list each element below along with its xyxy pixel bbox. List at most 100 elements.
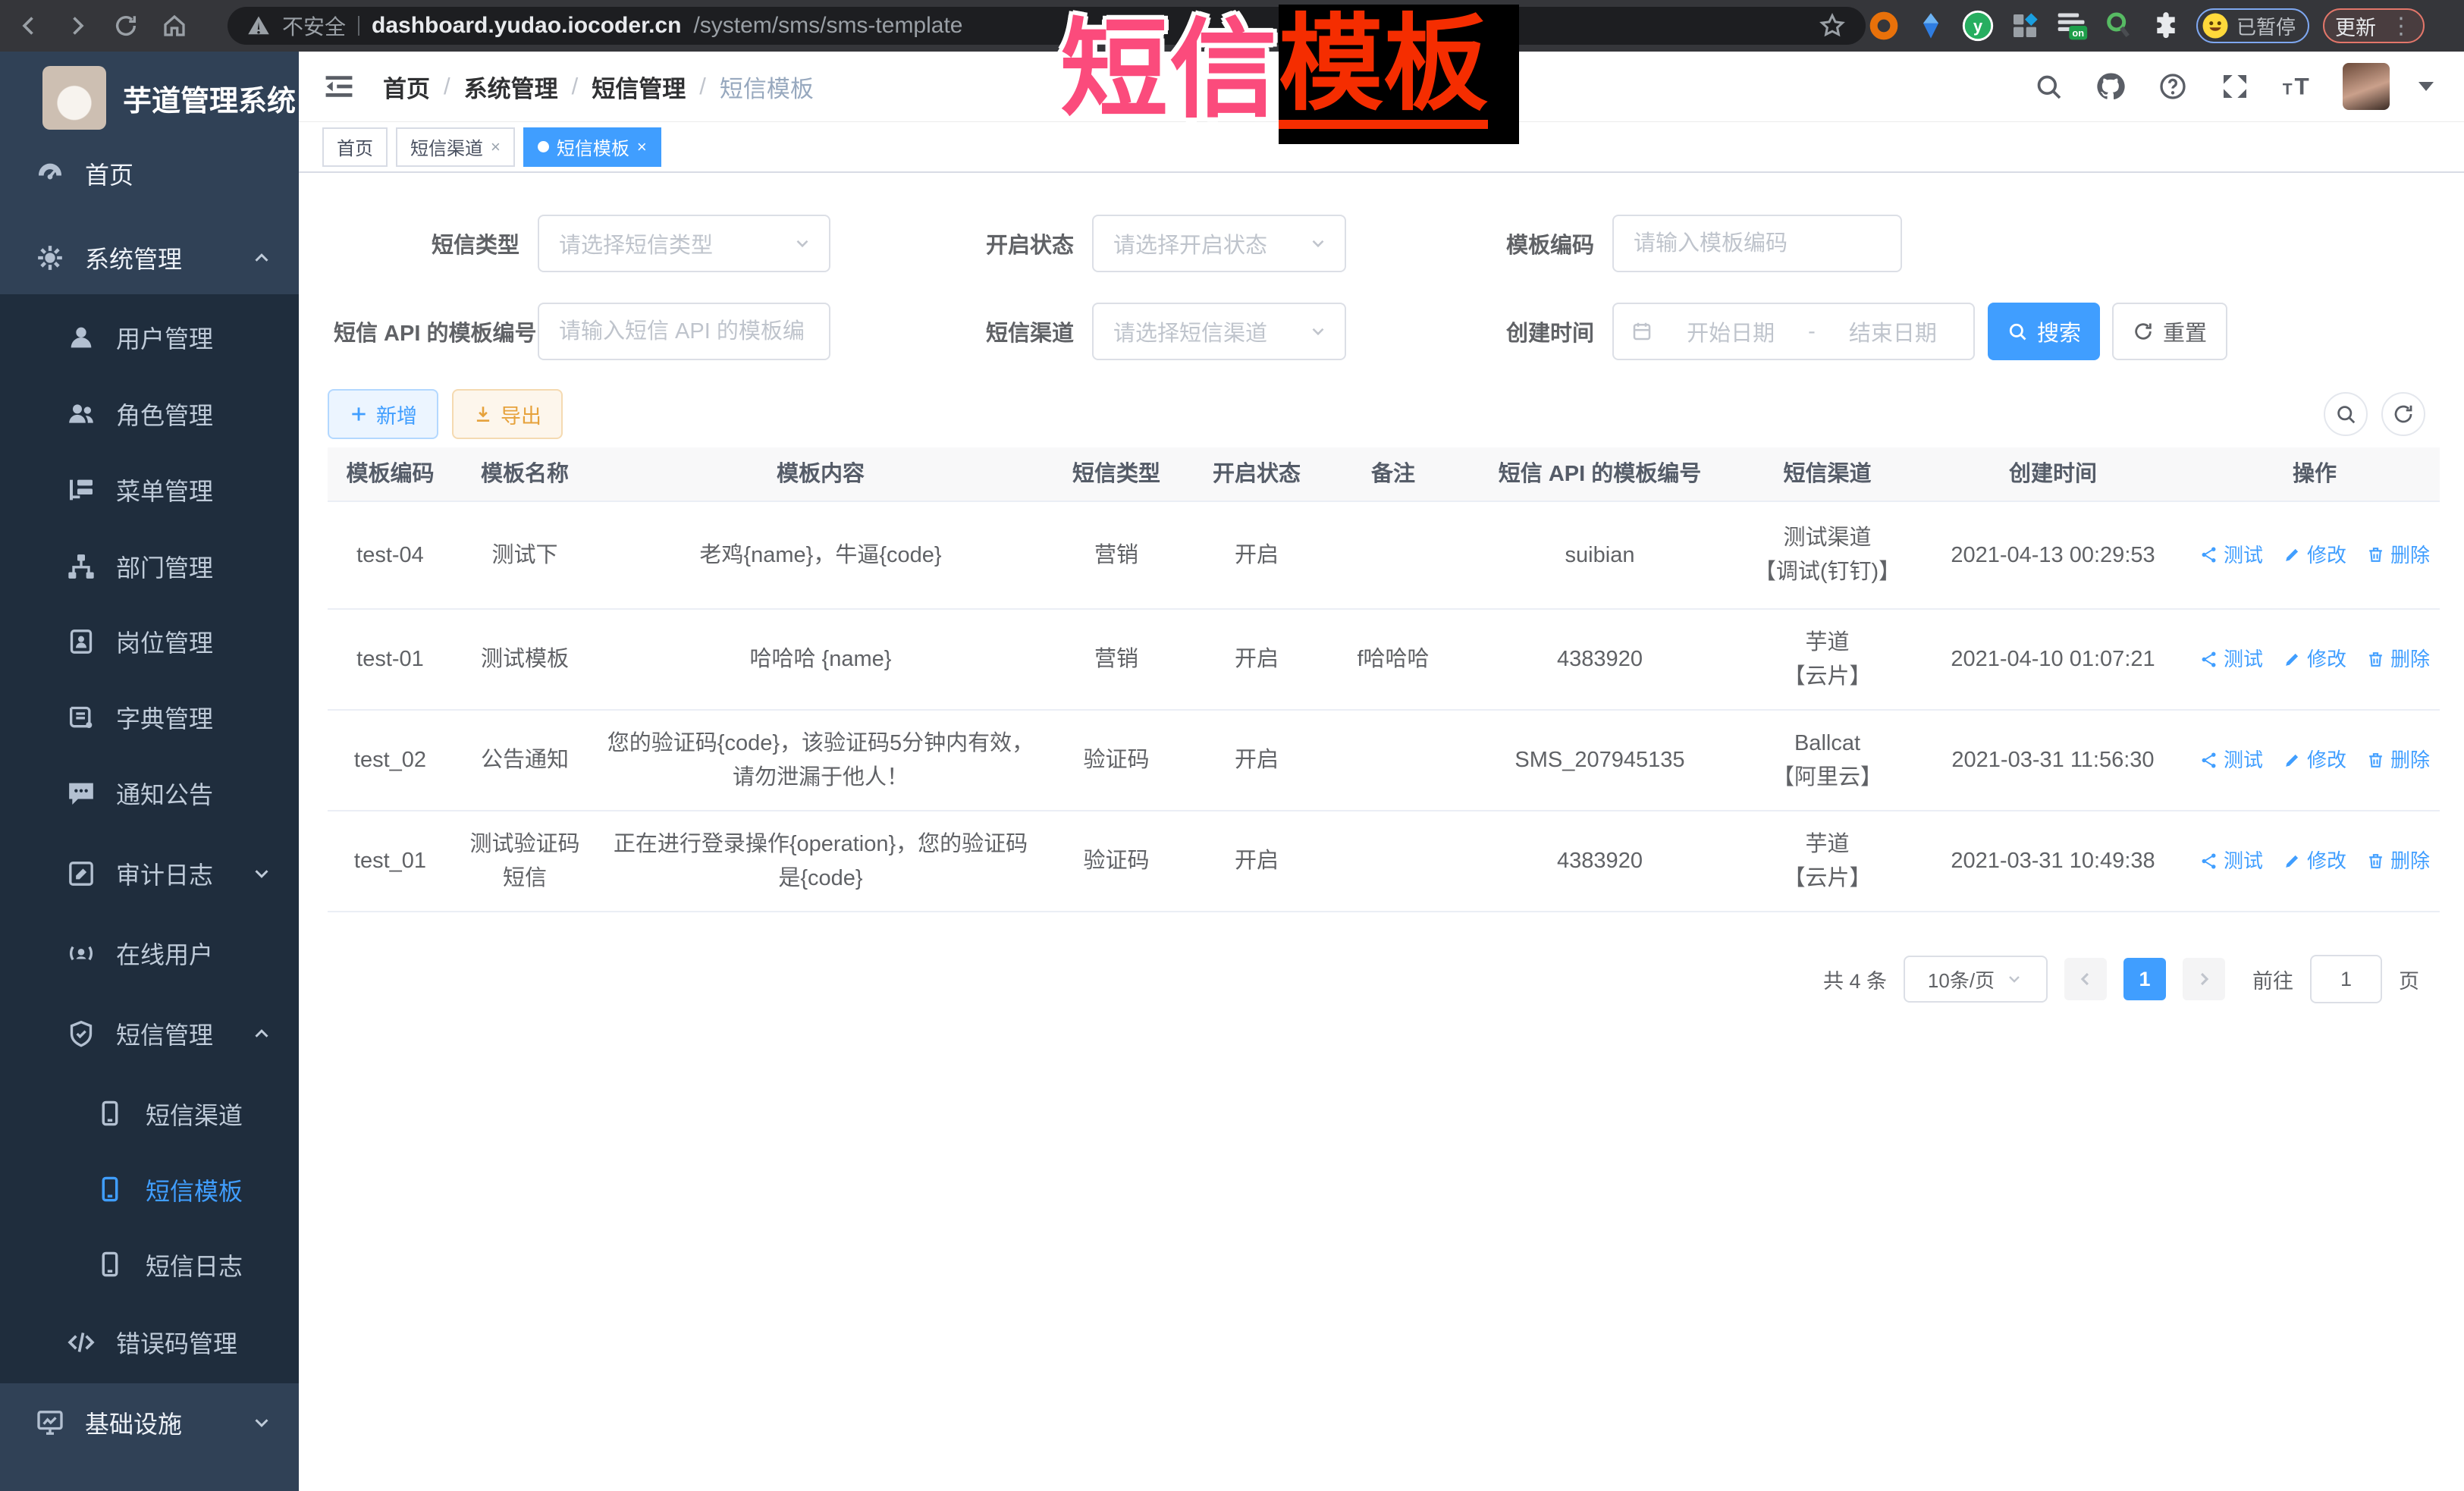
sidebar-item-label: 短信渠道 [146, 1097, 243, 1132]
sidebar-item-sms-template[interactable]: 短信模板 [0, 1154, 299, 1226]
sidebar-item-error-code[interactable]: 错误码管理 [0, 1306, 299, 1379]
filter-sms-type: 短信类型 请选择短信类型 [330, 215, 830, 272]
extension-magnifier-icon[interactable] [2102, 9, 2136, 42]
url-host: dashboard.yudao.iocoder.cn [372, 13, 681, 39]
close-icon[interactable]: × [637, 137, 647, 157]
sidebar-item-sms-mgmt[interactable]: 短信管理 [0, 997, 299, 1070]
sidebar-item-home[interactable]: 首页 [0, 137, 299, 210]
sidebar-item-label: 角色管理 [116, 397, 213, 432]
search-icon[interactable] [2032, 70, 2065, 103]
edit-action-link[interactable]: 修改 [2283, 644, 2346, 674]
start-date-placeholder: 开始日期 [1667, 315, 1794, 347]
filter-template-code: 模板编码 [1459, 215, 1902, 272]
browser-home-icon[interactable] [159, 11, 190, 41]
export-button[interactable]: 导出 [452, 389, 563, 439]
column-header: 短信 API 的模板编号 [1461, 450, 1738, 499]
breadcrumb-home[interactable]: 首页 [383, 70, 430, 104]
delete-action-link[interactable]: 删除 [2366, 745, 2430, 775]
sidebar-item-label: 系统管理 [85, 240, 182, 275]
tab-home[interactable]: 首页 [322, 127, 388, 167]
sidebar-item-audit-log[interactable]: 审计日志 [0, 837, 299, 910]
sidebar-item-post-mgmt[interactable]: 岗位管理 [0, 605, 299, 678]
sidebar-item-system-mgmt[interactable]: 系统管理 [0, 221, 299, 294]
page-header: 首页 / 系统管理 / 短信管理 / 短信模板 TT [299, 52, 2464, 122]
sidebar-item-dict-mgmt[interactable]: 字典管理 [0, 681, 299, 754]
github-icon[interactable] [2094, 70, 2127, 103]
delete-action-link[interactable]: 删除 [2366, 644, 2430, 674]
goto-page-input[interactable] [2310, 955, 2382, 1003]
breadcrumb-sms[interactable]: 短信管理 [592, 70, 686, 104]
edit-action-link[interactable]: 修改 [2283, 540, 2346, 570]
extension-list-on-icon[interactable]: on [2055, 9, 2089, 42]
test-action-link[interactable]: 测试 [2199, 745, 2263, 775]
sidebar-item-infrastructure[interactable]: 基础设施 [0, 1386, 299, 1459]
fullscreen-icon[interactable] [2218, 70, 2252, 103]
api-template-id-input[interactable] [538, 303, 830, 360]
sidebar-item-label: 首页 [85, 156, 133, 191]
sidebar-collapse-icon[interactable] [322, 70, 356, 103]
page-size-select[interactable]: 10条/页 [1904, 956, 2048, 1003]
tab-sms-template[interactable]: 短信模板 × [523, 127, 661, 167]
extension-y-icon[interactable]: y [1961, 9, 1995, 42]
edit-action-link[interactable]: 修改 [2283, 745, 2346, 775]
browser-reload-icon[interactable] [111, 11, 141, 41]
delete-action-link[interactable]: 删除 [2366, 846, 2430, 876]
main-area: 首页 / 系统管理 / 短信管理 / 短信模板 TT 首页 [299, 52, 2464, 1491]
search-icon [2334, 403, 2357, 425]
breadcrumb-system[interactable]: 系统管理 [464, 70, 558, 104]
chevron-up-icon [250, 246, 273, 269]
online-user-icon [66, 938, 96, 968]
sidebar-item-role-mgmt[interactable]: 角色管理 [0, 378, 299, 450]
browser-back-icon[interactable] [14, 11, 44, 41]
column-header: 备注 [1325, 450, 1461, 499]
sidebar-item-sms-channel[interactable]: 短信渠道 [0, 1078, 299, 1150]
sidebar-item-sms-log[interactable]: 短信日志 [0, 1229, 299, 1301]
org-chart-icon [66, 551, 96, 582]
extension-kite-icon[interactable] [1914, 9, 1948, 42]
current-page-button[interactable]: 1 [2123, 958, 2166, 1000]
search-button[interactable]: 搜索 [1988, 303, 2100, 360]
add-button[interactable]: 新增 [328, 389, 438, 439]
sidebar-item-menu-mgmt[interactable]: 菜单管理 [0, 454, 299, 526]
app-logo[interactable]: 芋道管理系统 [0, 64, 299, 132]
template-code-input[interactable] [1612, 215, 1902, 272]
table-refresh-button[interactable] [2381, 392, 2425, 436]
channel-cell: 芋道【云片】 [1738, 820, 1916, 903]
user-avatar[interactable] [2343, 63, 2390, 110]
table-search-toggle-button[interactable] [2324, 392, 2368, 436]
channel-select[interactable]: 请选择短信渠道 [1092, 303, 1346, 360]
test-action-link[interactable]: 测试 [2199, 540, 2263, 570]
bookmark-star-icon[interactable] [1819, 12, 1846, 39]
prev-page-button[interactable] [2064, 958, 2107, 1000]
test-action-link[interactable]: 测试 [2199, 846, 2263, 876]
sidebar-item-notice[interactable]: 通知公告 [0, 757, 299, 830]
text-size-icon[interactable]: TT [2280, 70, 2314, 103]
profile-paused-badge[interactable]: 已暂停 [2196, 8, 2309, 43]
filter-label: 短信渠道 [939, 315, 1092, 347]
svg-text:on: on [2072, 27, 2084, 39]
reset-button[interactable]: 重置 [2112, 303, 2227, 360]
tab-sms-channel[interactable]: 短信渠道 × [396, 127, 515, 167]
pencil-icon [2283, 545, 2302, 564]
close-icon[interactable]: × [491, 137, 501, 157]
browser-forward-icon[interactable] [62, 11, 93, 41]
help-icon[interactable] [2156, 70, 2189, 103]
delete-action-link[interactable]: 删除 [2366, 540, 2430, 570]
address-bar[interactable]: 不安全 dashboard.yudao.iocoder.cn/system/sm… [228, 7, 1866, 45]
date-range-picker[interactable]: 开始日期 - 结束日期 [1612, 303, 1975, 360]
browser-update-button[interactable]: 更新 ⋮ [2323, 8, 2425, 43]
sms-type-select[interactable]: 请选择短信类型 [538, 215, 830, 272]
extension-grid-icon[interactable] [2008, 9, 2042, 42]
edit-action-link[interactable]: 修改 [2283, 846, 2346, 876]
logo-rabbit-image [42, 66, 106, 130]
sidebar-item-online-users[interactable]: 在线用户 [0, 917, 299, 990]
sidebar-item-dept-mgmt[interactable]: 部门管理 [0, 530, 299, 603]
next-page-button[interactable] [2183, 958, 2225, 1000]
sidebar-item-user-mgmt[interactable]: 用户管理 [0, 301, 299, 374]
status-select[interactable]: 请选择开启状态 [1092, 215, 1346, 272]
test-action-link[interactable]: 测试 [2199, 644, 2263, 674]
browser-menu-icon[interactable]: ⋮ [2390, 13, 2412, 39]
avatar-caret-down-icon[interactable] [2418, 82, 2434, 91]
extension-donut-icon[interactable] [1867, 9, 1901, 42]
extensions-puzzle-icon[interactable] [2149, 9, 2183, 42]
